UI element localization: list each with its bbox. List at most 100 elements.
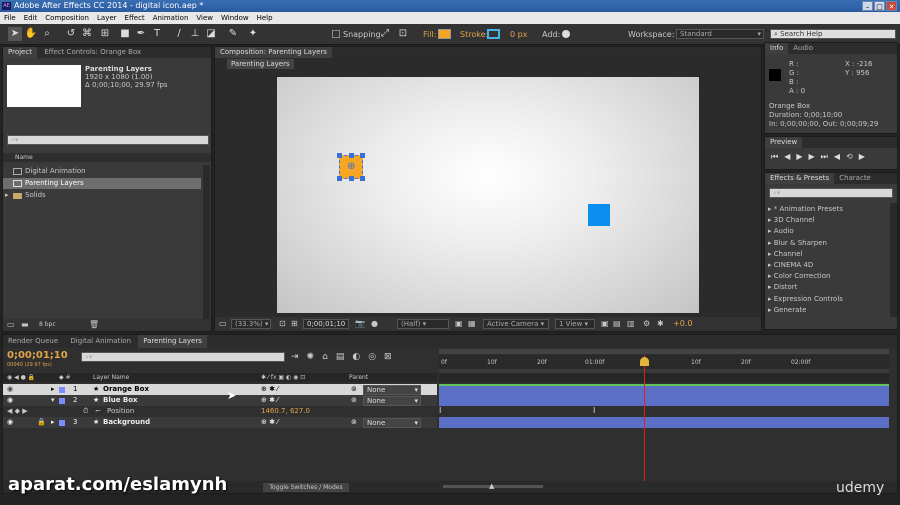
effect-category[interactable]: ▸ CINEMA 4D bbox=[768, 260, 888, 271]
layer-bar-orange-box[interactable] bbox=[439, 384, 889, 395]
first-frame-icon[interactable]: ⏮ bbox=[771, 152, 784, 161]
expand-arrow-icon[interactable]: ▸ bbox=[5, 190, 9, 201]
layer-name[interactable]: Orange Box bbox=[103, 384, 149, 395]
stopwatch-icon[interactable]: ⏱ bbox=[83, 406, 88, 417]
play-icon[interactable]: ▶ bbox=[796, 152, 808, 161]
selection-handle[interactable] bbox=[360, 153, 365, 158]
hand-tool-icon[interactable]: ✋ bbox=[24, 27, 38, 41]
label-color-chip[interactable] bbox=[59, 420, 65, 426]
project-item-solids[interactable]: ▸ Solids bbox=[3, 190, 201, 201]
comp-breadcrumb[interactable]: Parenting Layers bbox=[227, 59, 294, 69]
switches-icon[interactable]: ⊕ ✱ ⁄ bbox=[261, 395, 278, 406]
menu-composition[interactable]: Composition bbox=[45, 12, 89, 24]
brush-tool-icon[interactable]: ∕ bbox=[172, 27, 186, 41]
last-frame-icon[interactable]: ⏭ bbox=[821, 152, 834, 161]
mute-icon[interactable]: ◀ bbox=[834, 152, 846, 161]
switches-icon[interactable]: ⊕ ✱ ⁄ bbox=[261, 384, 278, 395]
maximize-icon[interactable]: □ bbox=[874, 1, 885, 11]
timeline-timecode[interactable]: 0;00;01;10 bbox=[7, 350, 68, 361]
trash-icon[interactable]: 🗑 bbox=[89, 320, 99, 329]
tab-parenting-layers[interactable]: Parenting Layers bbox=[138, 335, 207, 348]
expand-arrow-icon[interactable]: ▸ bbox=[51, 384, 55, 395]
snap-icon[interactable]: ⤢ bbox=[378, 27, 392, 41]
previous-frame-icon[interactable]: ◀ bbox=[784, 152, 796, 161]
motion-blur-icon[interactable]: ◐ bbox=[352, 352, 368, 362]
graph-editor-icon[interactable]: ⊠ bbox=[384, 352, 400, 362]
project-item-digital-animation[interactable]: Digital Animation bbox=[3, 166, 201, 177]
clone-stamp-tool-icon[interactable]: ⊥ bbox=[188, 27, 202, 41]
switches-icon[interactable]: ⊕ ✱ ⁄ bbox=[261, 417, 278, 428]
eraser-tool-icon[interactable]: ◪ bbox=[204, 27, 218, 41]
orange-box-layer[interactable]: ⊕ bbox=[337, 153, 365, 181]
snapping-checkbox[interactable] bbox=[332, 30, 340, 38]
pick-whip-icon[interactable]: ⊚ bbox=[351, 384, 357, 395]
visibility-icon[interactable]: ◉ bbox=[7, 384, 13, 395]
puppet-tool-icon[interactable]: ✦ bbox=[246, 27, 260, 41]
add-menu-icon[interactable] bbox=[562, 30, 570, 38]
exposure-value[interactable]: +0.0 bbox=[673, 319, 692, 328]
snapshot-icon[interactable]: 📷 bbox=[355, 319, 365, 328]
next-frame-icon[interactable]: ▶ bbox=[809, 152, 821, 161]
timeline-icon[interactable]: ▥ bbox=[627, 319, 635, 328]
stroke-width-value[interactable]: 0 px bbox=[510, 30, 527, 39]
zoom-slider-handle-icon[interactable]: ▲ bbox=[489, 482, 494, 490]
selection-handle[interactable] bbox=[360, 176, 365, 181]
tab-project[interactable]: Project bbox=[3, 47, 37, 58]
roto-brush-tool-icon[interactable]: ✎ bbox=[226, 27, 240, 41]
fast-previews-icon[interactable]: ▤ bbox=[613, 319, 621, 328]
camera-dropdown[interactable]: Active Camera ▾ bbox=[483, 319, 549, 329]
fill-color-swatch[interactable] bbox=[438, 29, 451, 39]
tab-composition[interactable]: Composition: Parenting Layers bbox=[215, 47, 332, 58]
menu-help[interactable]: Help bbox=[257, 12, 273, 24]
menu-window[interactable]: Window bbox=[221, 12, 249, 24]
tab-render-queue[interactable]: Render Queue bbox=[3, 335, 63, 348]
keyframe-nav-icon[interactable]: ◀ ◆ ▶ bbox=[7, 406, 28, 417]
magnification-dropdown[interactable]: (33.3%) ▾ bbox=[231, 319, 271, 329]
current-time-field[interactable]: 0;00;01;10 bbox=[303, 319, 349, 329]
effects-scrollbar[interactable] bbox=[890, 203, 897, 317]
layer-bar-blue-box[interactable] bbox=[439, 395, 889, 406]
tab-audio[interactable]: Audio bbox=[788, 43, 818, 54]
interpret-footage-icon[interactable]: ▭ bbox=[7, 320, 15, 329]
anchor-point-icon[interactable]: ⊕ bbox=[347, 161, 355, 172]
visibility-icon[interactable]: ◉ bbox=[7, 395, 13, 406]
shy-layers-icon[interactable]: ⌂ bbox=[322, 352, 336, 362]
parent-dropdown[interactable]: None ▾ bbox=[363, 385, 421, 395]
effect-category[interactable]: ▸ Blur & Sharpen bbox=[768, 238, 888, 249]
bpc-label[interactable]: 8 bpc bbox=[39, 321, 56, 328]
menu-animation[interactable]: Animation bbox=[153, 12, 189, 24]
effect-category[interactable]: ▸ * Animation Presets bbox=[768, 204, 888, 215]
align-icon[interactable]: ⊡ bbox=[396, 27, 410, 41]
minimize-icon[interactable]: – bbox=[862, 1, 873, 11]
draft-3d-icon[interactable]: ✺ bbox=[307, 352, 323, 362]
property-row-position[interactable]: ◀ ◆ ▶ ⏱ ⌐ Position 1460.7, 627.0 bbox=[3, 406, 437, 417]
time-ruler[interactable]: 0f 10f 20f 01:00f 10f 20f 02:00f bbox=[439, 355, 889, 369]
resolution-dropdown[interactable]: (Half) ▾ bbox=[397, 319, 449, 329]
expand-arrow-icon[interactable]: ▸ bbox=[51, 417, 55, 428]
selection-handle[interactable] bbox=[349, 153, 354, 158]
tab-effect-controls[interactable]: Effect Controls: Orange Box bbox=[39, 47, 146, 58]
work-area-bar[interactable] bbox=[439, 349, 889, 354]
toggle-switches-button[interactable]: Toggle Switches / Modes bbox=[263, 483, 349, 492]
selection-handle[interactable] bbox=[349, 176, 354, 181]
parent-dropdown[interactable]: None ▾ bbox=[363, 396, 421, 406]
tab-effects-presets[interactable]: Effects & Presets bbox=[765, 173, 835, 184]
show-channel-icon[interactable]: ● bbox=[371, 319, 378, 328]
selection-handle[interactable] bbox=[337, 176, 342, 181]
flowchart-icon[interactable]: ⚙ bbox=[643, 319, 650, 328]
selection-tool-icon[interactable]: ➤ bbox=[8, 27, 22, 41]
pan-behind-tool-icon[interactable]: ⊞ bbox=[98, 27, 112, 41]
project-search-input[interactable]: ⌕▾ bbox=[7, 135, 209, 145]
camera-tool-icon[interactable]: ⌘ bbox=[80, 27, 94, 41]
layer-bar-background[interactable] bbox=[439, 417, 889, 428]
workspace-dropdown[interactable]: Standard ▾ bbox=[676, 29, 764, 39]
safe-zones-icon[interactable]: ⊡ bbox=[279, 319, 286, 328]
selection-handle[interactable] bbox=[337, 153, 342, 158]
parent-dropdown[interactable]: None ▾ bbox=[363, 418, 421, 428]
layer-name[interactable]: Blue Box bbox=[103, 395, 138, 406]
menu-view[interactable]: View bbox=[196, 12, 213, 24]
zoom-tool-icon[interactable]: ⌕ bbox=[40, 27, 54, 41]
label-color-chip[interactable] bbox=[59, 387, 65, 393]
keyframe-icon[interactable]: I bbox=[439, 406, 441, 415]
layer-row-orange-box[interactable]: ◉ ▸ 1 ★ Orange Box ⊕ ✱ ⁄ ⊚ None ▾ bbox=[3, 384, 437, 395]
